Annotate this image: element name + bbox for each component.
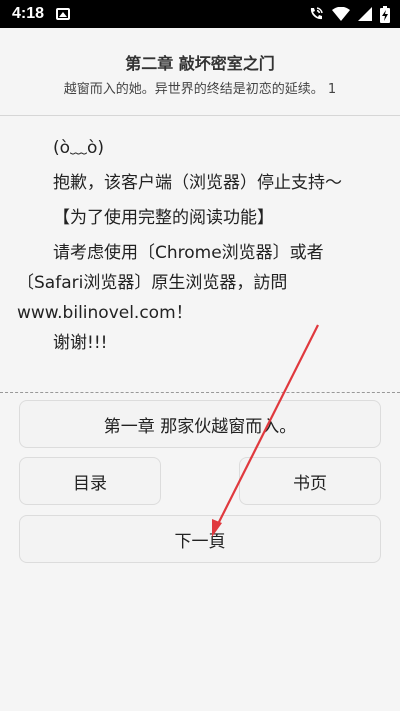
content-line: 【为了使用完整的阅读功能】 [53,208,274,228]
next-page-button[interactable]: 下一頁 [19,515,381,563]
prev-chapter-button[interactable]: 第一章 那家伙越窗而入。 [19,400,381,448]
call-wifi-icon [310,7,323,20]
content-line: 抱歉，该客户端（浏览器）停止支持～ [53,173,342,193]
chapter-content: (ò﹏ò) 抱歉，该客户端（浏览器）停止支持～ 【为了使用完整的阅读功能】 请考… [0,116,400,393]
chapter-header: 第二章 敲坏密室之门 越窗而入的她。异世界的终结是初恋的延续。 1 [0,28,400,116]
signal-icon [358,7,372,21]
chapter-subtitle: 越窗而入的她。异世界的终结是初恋的延续。 1 [63,82,337,97]
status-bar: 4:18 [0,0,400,28]
wifi-icon [332,7,350,21]
chapter-title: 第二章 敲坏密室之门 [125,54,275,73]
toc-button[interactable]: 目录 [19,457,161,505]
content-line: 请考虑使用〔Chrome浏览器〕或者〔Safari浏览器〕原生浏览器，訪問www… [17,243,324,323]
bookmark-button[interactable]: 书页 [239,457,381,505]
content-line: (ò﹏ò) [53,138,105,158]
status-time: 4:18 [12,5,45,22]
status-icons [308,5,390,23]
photo-icon [56,8,71,20]
battery-charging-icon [380,5,390,23]
content-line: 谢谢!!! [53,333,108,353]
